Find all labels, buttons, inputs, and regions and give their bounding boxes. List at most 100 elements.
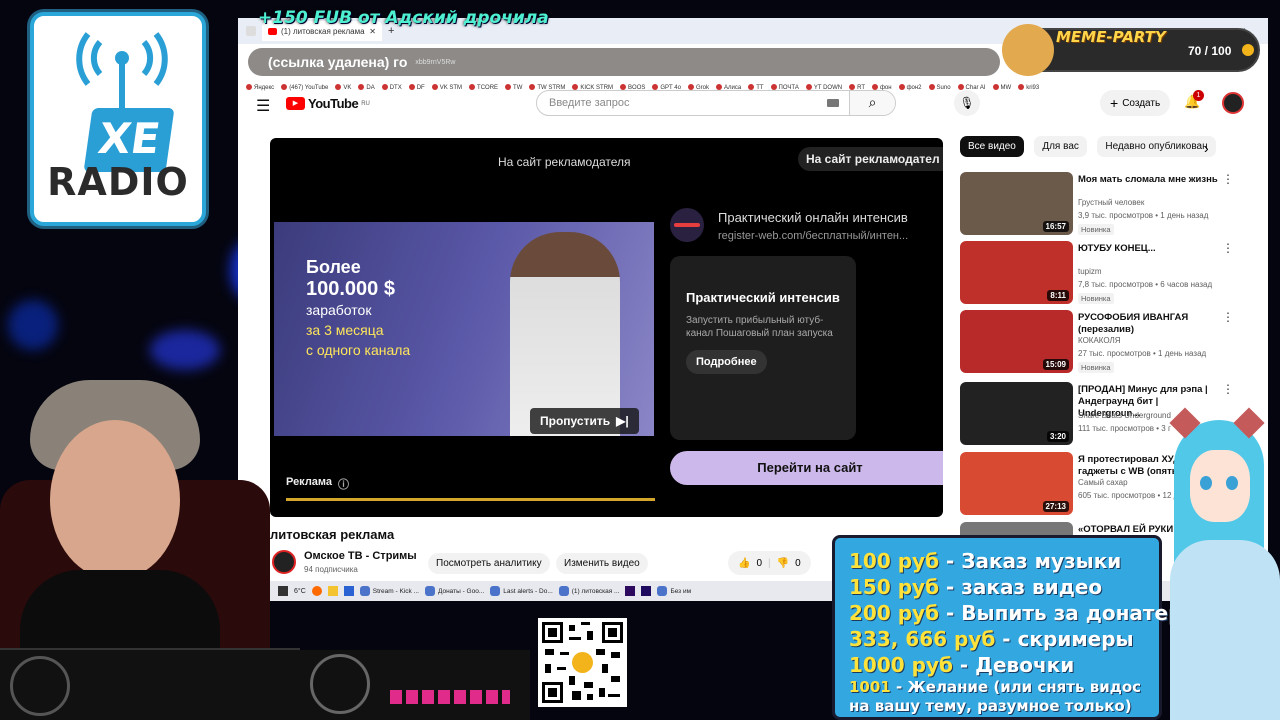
rec-channel[interactable]: tupizm xyxy=(1078,267,1102,276)
plus-icon: + xyxy=(1110,95,1119,111)
ad-card-title[interactable]: Практический онлайн интенсив xyxy=(718,210,908,225)
tab-menu-icon[interactable] xyxy=(246,26,256,36)
channel-name[interactable]: Омское ТВ - Стримы xyxy=(304,550,417,562)
chip-all[interactable]: Все видео xyxy=(960,136,1024,157)
logo-radio-text: RADIO xyxy=(47,160,189,204)
like-dislike-group: 👍 0 | 👎 0 xyxy=(728,551,811,575)
analytics-button[interactable]: Посмотреть аналитику xyxy=(428,553,550,574)
rec-meta: 7,8 тыс. просмотров • 6 часов назад xyxy=(1078,280,1213,289)
more-options-icon[interactable]: ⋮ xyxy=(1222,241,1234,255)
browser-window: (1) литовская реклама - YouTube ✕ + –▢✕ … xyxy=(238,18,1268,601)
subscriber-count: 94 подписчика xyxy=(304,565,358,574)
video-thumbnail[interactable]: 8:11 xyxy=(960,241,1073,304)
address-field[interactable]: (ссылка удалена) го xbb9rnV5Rw xyxy=(248,48,1000,76)
chevron-right-icon[interactable]: › xyxy=(1204,140,1209,156)
rec-channel[interactable]: Snare Beats Underground xyxy=(1078,411,1171,420)
rec-title[interactable]: РУСОФОБИЯ ИВАНГАЯ (перезалив) xyxy=(1078,312,1218,336)
filter-chips: Все видео Для вас Недавно опубликован › xyxy=(960,136,1260,162)
skip-ad-button[interactable]: Пропустить ▶| xyxy=(530,408,639,434)
rec-title[interactable]: ЮТУБУ КОНЕЦ... xyxy=(1078,243,1218,255)
webcam-feed xyxy=(0,380,300,720)
taskbar-item[interactable]: Донаты - Goo... xyxy=(425,586,484,596)
more-options-icon[interactable]: ⋮ xyxy=(1222,310,1234,324)
video-thumbnail[interactable]: 15:09 xyxy=(960,310,1073,373)
ad-card-url[interactable]: register-web.com/бесплатный/интен... xyxy=(718,230,908,242)
dislike-icon[interactable]: 👎 xyxy=(777,558,789,569)
coin-icon xyxy=(1242,44,1254,56)
list-item[interactable]: 15:09 РУСОФОБИЯ ИВАНГАЯ (перезалив) КОКА… xyxy=(960,310,1260,374)
like-icon[interactable]: 👍 xyxy=(738,558,750,569)
microphone-icon[interactable]: 🎙 xyxy=(954,90,980,116)
rec-channel[interactable]: Самый сахар xyxy=(1078,478,1128,487)
list-item[interactable]: 8:11 ЮТУБУ КОНЕЦ... tupizm 7,8 тыс. прос… xyxy=(960,241,1260,305)
price-desc: - Выпить за донатера xyxy=(939,601,1196,625)
rec-meta: 3,9 тыс. просмотров • 1 день назад xyxy=(1078,211,1209,220)
meme-party-bar: MEME-PARTY 70 / 100 xyxy=(1002,24,1260,76)
price: 1001 xyxy=(849,678,891,696)
dj-controller xyxy=(0,648,300,720)
presenter-figure xyxy=(510,232,620,436)
video-thumbnail[interactable]: 3:20 xyxy=(960,382,1073,445)
folder-icon[interactable] xyxy=(327,586,338,596)
youtube-wordmark: YouTube xyxy=(308,96,359,111)
calendar-icon[interactable] xyxy=(343,586,354,596)
skip-label: Пропустить xyxy=(540,414,611,428)
ad-panel-desc: Запустить прибыльный ютуб-канал Пошаговы… xyxy=(686,315,833,339)
ad-progress-bar[interactable] xyxy=(286,498,655,501)
avatar[interactable] xyxy=(1222,92,1244,114)
rec-meta: 111 тыс. просмотров • 3 г xyxy=(1078,424,1171,433)
duration-badge: 15:09 xyxy=(1042,359,1069,370)
taskbar-item[interactable]: Last alerts - Do... xyxy=(490,586,553,596)
video-thumbnail[interactable]: 27:13 xyxy=(960,452,1073,515)
ad-line: заработок xyxy=(306,302,372,318)
donation-qr-code xyxy=(538,618,627,707)
chip-recent[interactable]: Недавно опубликован xyxy=(1097,136,1216,157)
video-player[interactable]: На сайт рекламодателя На сайт рекламодат… xyxy=(270,138,943,517)
ad-headline: Более 100.000 $ заработок за 3 месяца с … xyxy=(306,256,410,360)
info-icon[interactable]: ⓘ xyxy=(338,476,349,492)
keyboard-icon[interactable] xyxy=(827,99,839,107)
audition-icon[interactable] xyxy=(641,586,652,596)
video-thumbnail[interactable]: 16:57 xyxy=(960,172,1073,235)
premiere-icon[interactable] xyxy=(625,586,636,596)
create-button[interactable]: + Создать xyxy=(1100,90,1171,116)
more-options-icon[interactable]: ⋮ xyxy=(1222,382,1234,396)
search-box[interactable]: Введите запрос ⌕ xyxy=(536,90,896,116)
search-input[interactable]: Введите запрос xyxy=(537,97,827,109)
advertiser-link-pill[interactable]: На сайт рекламодател xyxy=(798,147,943,171)
price-line: 200 руб - Выпить за донатера xyxy=(849,600,1196,626)
meme-party-title: MEME-PARTY xyxy=(1056,28,1166,46)
edit-video-button[interactable]: Изменить видео xyxy=(556,553,648,574)
rec-channel[interactable]: Грустный человек xyxy=(1078,198,1144,207)
price-line-cont: на вашу тему, разумное только) xyxy=(849,697,1132,715)
donation-alert: +150 FUB от Адский дрочила xyxy=(258,8,549,28)
chip-for-you[interactable]: Для вас xyxy=(1034,136,1087,157)
skip-icon: ▶| xyxy=(616,414,629,428)
taskbar-item[interactable]: (1) литовская ... xyxy=(559,586,620,596)
search-button[interactable]: ⌕ xyxy=(849,91,895,115)
learn-more-button[interactable]: Подробнее xyxy=(686,350,767,374)
hamburger-menu-icon[interactable]: ☰ xyxy=(256,96,270,116)
firefox-icon[interactable] xyxy=(311,586,322,596)
more-options-icon[interactable]: ⋮ xyxy=(1222,172,1234,186)
xe-radio-logo: XE RADIO xyxy=(30,12,206,226)
meme-counter: 70 / 100 xyxy=(1188,44,1232,58)
rec-title[interactable]: Моя мать сломала мне жизнь xyxy=(1078,174,1218,186)
price: 150 руб xyxy=(849,575,940,599)
taskbar-item[interactable]: Без им xyxy=(657,586,691,596)
taskbar-item[interactable]: Stream - Kick ... xyxy=(360,586,419,596)
address-suffix: xbb9rnV5Rw xyxy=(415,58,456,66)
advertiser-link[interactable]: На сайт рекламодателя xyxy=(498,155,631,169)
rec-channel[interactable]: КОКАКОЛЯ xyxy=(1078,336,1121,345)
address-text: (ссылка удалена) го xyxy=(268,54,408,70)
duration-badge: 16:57 xyxy=(1042,221,1069,232)
price-desc: - Желание (или снять видос xyxy=(890,678,1142,696)
avatar-eye xyxy=(1226,476,1238,490)
list-item[interactable]: 16:57 Моя мать сломала мне жизнь Грустны… xyxy=(960,172,1260,236)
price-line: 333, 666 руб - скримеры xyxy=(849,626,1159,652)
youtube-logo[interactable]: ▶ YouTube RU xyxy=(286,96,370,111)
duration-badge: 8:11 xyxy=(1047,290,1069,301)
region-code: RU xyxy=(361,100,370,107)
avatar-dress xyxy=(1170,540,1280,720)
visit-site-button[interactable]: Перейти на сайт xyxy=(670,451,943,485)
